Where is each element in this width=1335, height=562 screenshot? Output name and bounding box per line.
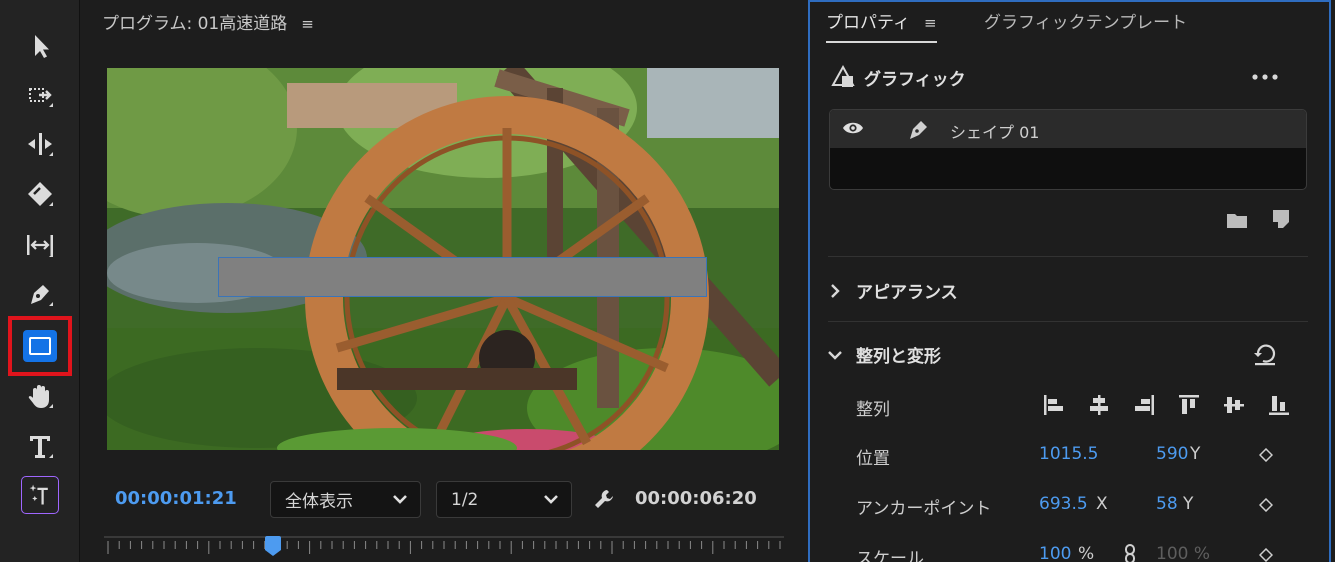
- align-transform-section-header[interactable]: 整列と変形: [828, 340, 1308, 370]
- selection-tool-button[interactable]: [14, 24, 66, 68]
- zoom-level-value: 全体表示: [285, 492, 353, 512]
- align-label: 整列: [856, 400, 890, 420]
- timeline-ruler[interactable]: [104, 536, 784, 562]
- chevron-down-icon: [544, 495, 558, 504]
- anchor-point-label: アンカーポイント: [856, 499, 992, 519]
- tab-graphic-templates[interactable]: グラフィックテンプレート: [984, 8, 1187, 33]
- tab-properties-label: プロパティ: [826, 13, 910, 33]
- scale-unit-label: %: [1078, 544, 1095, 562]
- position-label: 位置: [856, 449, 890, 469]
- anchor-y-value[interactable]: 58: [1156, 494, 1178, 514]
- razor-tool-button[interactable]: [14, 172, 66, 216]
- rectangle-tool-highlight: [8, 316, 72, 376]
- wrench-icon[interactable]: [592, 487, 616, 511]
- zoom-level-select[interactable]: 全体表示: [270, 481, 421, 518]
- tab-properties[interactable]: プロパティ ≡: [826, 8, 937, 43]
- position-x-value[interactable]: 1015.5: [1039, 444, 1098, 464]
- hand-tool-button[interactable]: [14, 374, 66, 418]
- layer-name-label: シェイプ 01: [950, 123, 1040, 142]
- playback-resolution-select[interactable]: 1/2: [436, 481, 572, 518]
- position-y-value[interactable]: 590: [1156, 444, 1188, 464]
- program-menu-icon[interactable]: ≡: [301, 15, 314, 33]
- current-timecode[interactable]: 00:00:01:21: [115, 488, 237, 509]
- folder-icon[interactable]: [1227, 212, 1247, 228]
- type-tool-button[interactable]: [14, 424, 66, 468]
- mogrt-tool-button[interactable]: [21, 476, 59, 514]
- align-horizontal-center-icon[interactable]: [1087, 393, 1111, 417]
- chevron-down-icon: [828, 351, 842, 360]
- reset-icon[interactable]: [1253, 344, 1277, 366]
- properties-menu-icon[interactable]: ≡: [924, 14, 937, 32]
- keyframe-diamond-icon[interactable]: [1259, 548, 1273, 562]
- properties-panel: プロパティ ≡ グラフィックテンプレート グラフィック シェイプ 01 アピアラン…: [808, 0, 1331, 562]
- pen-tool-button[interactable]: [14, 272, 66, 316]
- playhead-handle[interactable]: [265, 536, 281, 556]
- arrow-icon: [35, 35, 49, 58]
- align-transform-section-title: 整列と変形: [856, 347, 941, 367]
- align-bottom-icon[interactable]: [1267, 393, 1291, 417]
- scale-linked-value: 100 %: [1156, 544, 1211, 562]
- scale-value[interactable]: 100: [1039, 544, 1071, 562]
- position-y-axis-label: Y: [1190, 444, 1201, 464]
- appearance-section-title: アピアランス: [856, 283, 958, 303]
- graphic-shapes-icon: [831, 64, 855, 87]
- more-options-icon[interactable]: [1252, 74, 1278, 80]
- graphic-section-header: グラフィック: [830, 62, 1310, 92]
- sparkle-text-icon: [29, 484, 48, 505]
- scale-label: スケール: [856, 549, 924, 562]
- duration-timecode: 00:00:06:20: [635, 488, 757, 509]
- new-layer-icon[interactable]: [1273, 210, 1289, 228]
- rectangle-shape-graphic[interactable]: [218, 257, 707, 297]
- program-title-text: プログラム: 01高速道路: [102, 14, 288, 34]
- link-chain-icon[interactable]: [1123, 544, 1137, 562]
- tools-panel: [0, 0, 80, 562]
- appearance-section-header[interactable]: アピアランス: [828, 276, 1308, 306]
- program-monitor-title[interactable]: プログラム: 01高速道路 ≡: [102, 9, 314, 34]
- keyframe-diamond-icon[interactable]: [1259, 498, 1273, 512]
- section-divider: [828, 256, 1308, 257]
- pen-shape-layer-icon: [910, 121, 927, 139]
- section-divider: [828, 321, 1308, 322]
- chevron-down-icon: [393, 495, 407, 504]
- chevron-right-icon: [831, 284, 840, 298]
- align-vertical-center-icon[interactable]: [1222, 393, 1246, 417]
- anchor-y-axis-label: Y: [1183, 494, 1194, 514]
- align-top-icon[interactable]: [1177, 393, 1201, 417]
- eye-visibility-icon[interactable]: [842, 120, 864, 136]
- track-select-tool-button[interactable]: [14, 73, 66, 117]
- program-monitor-panel: プログラム: 01高速道路 ≡ 00:00:01:21 全体表示 1/2 00:…: [82, 0, 803, 562]
- slip-tool-button[interactable]: [14, 223, 66, 267]
- keyframe-diamond-icon[interactable]: [1259, 448, 1273, 462]
- layer-row-shape01[interactable]: シェイプ 01: [830, 110, 1306, 148]
- align-right-icon[interactable]: [1132, 393, 1156, 417]
- ripple-edit-tool-button[interactable]: [14, 122, 66, 166]
- program-video-frame[interactable]: [107, 68, 779, 450]
- rectangle-tool-button[interactable]: [23, 330, 57, 362]
- align-left-icon[interactable]: [1042, 393, 1066, 417]
- anchor-x-value[interactable]: 693.5: [1039, 494, 1088, 514]
- playback-resolution-value: 1/2: [451, 489, 479, 510]
- graphic-section-title: グラフィック: [864, 70, 966, 90]
- anchor-x-axis-label: X: [1096, 494, 1108, 514]
- rectangle-icon: [29, 337, 51, 355]
- graphic-layers-list: シェイプ 01: [829, 109, 1307, 190]
